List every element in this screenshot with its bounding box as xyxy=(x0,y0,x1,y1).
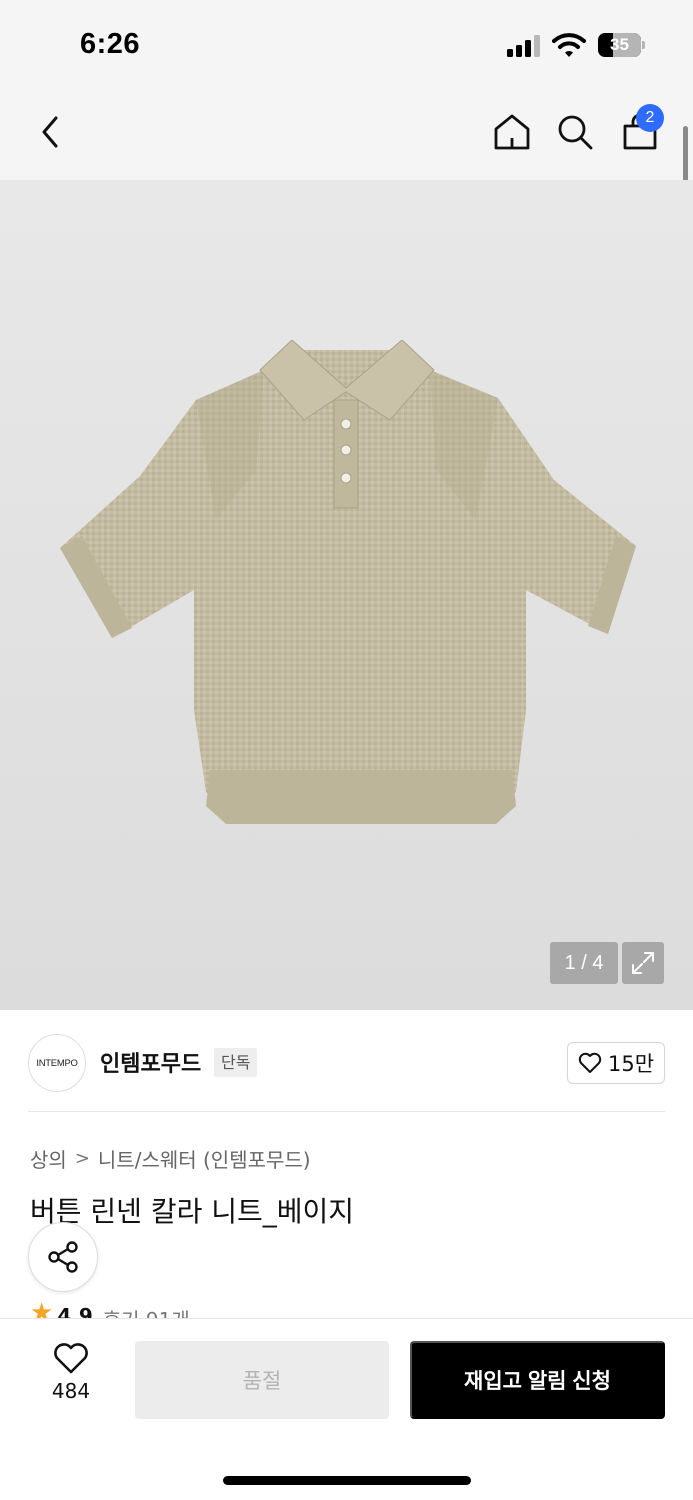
brand-row: INTEMPO 인템포무드 단독 15만 xyxy=(28,1012,665,1112)
back-chevron-icon xyxy=(42,116,58,148)
exclusive-tag: 단독 xyxy=(214,1048,258,1077)
breadcrumb-separator: > xyxy=(74,1148,90,1169)
breadcrumb-subcategory[interactable]: 니트/스웨터 (인템포무드) xyxy=(98,1144,311,1173)
brand-like-count: 15만 xyxy=(607,1052,655,1076)
home-button[interactable] xyxy=(484,104,540,160)
brand-like-button[interactable]: 15만 xyxy=(567,1042,665,1084)
status-time: 6:26 xyxy=(80,28,141,60)
battery-icon: 35 xyxy=(598,33,646,57)
wishlist-button[interactable]: 484 xyxy=(30,1343,112,1415)
heart-outline-icon xyxy=(578,1052,602,1073)
breadcrumb-category[interactable]: 상의 xyxy=(30,1144,67,1173)
nav-bar xyxy=(0,92,693,180)
brand-name[interactable]: 인템포무드 xyxy=(100,1046,201,1078)
battery-level: 35 xyxy=(610,35,629,54)
back-button[interactable] xyxy=(22,104,78,160)
home-icon xyxy=(494,114,530,150)
brand-logo[interactable]: INTEMPO xyxy=(28,1034,86,1092)
heart-outline-icon xyxy=(54,1343,88,1374)
wifi-icon xyxy=(552,32,586,58)
bottom-action-bar: 484 품절 재입고 알림 신청 xyxy=(0,1318,693,1500)
image-page-indicator: 1 / 4 xyxy=(550,942,618,984)
breadcrumb: 상의 > 니트/스웨터 (인템포무드) xyxy=(30,1144,311,1173)
soldout-button: 품절 xyxy=(135,1341,389,1419)
status-bar: 6:26 35 xyxy=(0,0,693,92)
share-icon xyxy=(48,1241,78,1273)
wishlist-count: 484 xyxy=(51,1379,91,1403)
search-button[interactable] xyxy=(547,104,603,160)
product-image-gallery[interactable]: 1 / 4 xyxy=(0,180,693,1010)
product-image xyxy=(60,340,636,824)
cart-count-badge: 2 xyxy=(636,104,664,132)
search-icon xyxy=(558,115,593,150)
product-title: 버튼 린넨 칼라 니트_베이지 xyxy=(30,1195,355,1228)
expand-image-button[interactable] xyxy=(622,942,664,984)
home-indicator xyxy=(223,1476,471,1485)
expand-icon xyxy=(632,952,654,974)
signal-icon xyxy=(507,35,541,57)
restock-alert-button[interactable]: 재입고 알림 신청 xyxy=(410,1341,665,1419)
share-button[interactable] xyxy=(28,1222,98,1292)
